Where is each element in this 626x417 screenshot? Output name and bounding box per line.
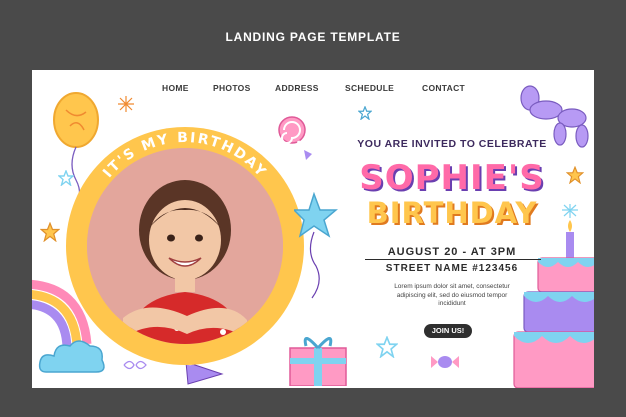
star-icon <box>40 222 60 242</box>
lollipop-icon <box>278 116 312 161</box>
star-icon <box>376 336 398 358</box>
body-text: Lorem ipsum dolor sit amet, consectetur … <box>362 283 542 309</box>
candy-icon <box>431 356 459 368</box>
star-icon <box>566 166 584 184</box>
candy-icon <box>123 360 147 370</box>
divider <box>365 259 541 260</box>
body-line: incididunt <box>438 300 466 307</box>
nav-photos[interactable]: PHOTOS <box>213 83 251 93</box>
arc-text-container: IT'S MY BIRTHDAY <box>100 130 270 181</box>
sparkle-icon <box>118 96 134 112</box>
nav-contact[interactable]: CONTACT <box>422 83 465 93</box>
event-date-time: AUGUST 20 - AT 3PM <box>387 246 517 258</box>
nav-home[interactable]: HOME <box>162 83 189 93</box>
star-icon <box>358 106 372 120</box>
join-us-button[interactable]: JOIN US! <box>424 324 472 338</box>
nav-schedule[interactable]: SCHEDULE <box>345 83 394 93</box>
invite-text: YOU ARE INVITED TO CELEBRATE <box>357 138 547 150</box>
nav-address[interactable]: ADDRESS <box>275 83 319 93</box>
title-birthday: BIRTHDAY <box>366 196 538 230</box>
body-line: adipiscing elit, sed do eiusmod tempor <box>396 291 508 299</box>
body-line: Lorem ipsum dolor sit amet, consectetur <box>394 283 510 290</box>
svg-text:IT'S MY BIRTHDAY: IT'S MY BIRTHDAY <box>100 130 270 181</box>
arc-birthday-text: IT'S MY BIRTHDAY <box>100 130 268 181</box>
event-address: STREET NAME #123456 <box>385 263 519 274</box>
title-name: SOPHIE'S <box>359 158 545 198</box>
page-heading: LANDING PAGE TEMPLATE <box>225 30 401 44</box>
top-nav: HOME PHOTOS ADDRESS SCHEDULE CONTACT <box>32 83 594 95</box>
landing-page-canvas: HOME PHOTOS ADDRESS SCHEDULE CONTACT IT'… <box>32 70 594 388</box>
star-balloon-icon <box>294 192 338 299</box>
gift-icon <box>289 337 347 386</box>
cloud-icon <box>38 340 105 373</box>
